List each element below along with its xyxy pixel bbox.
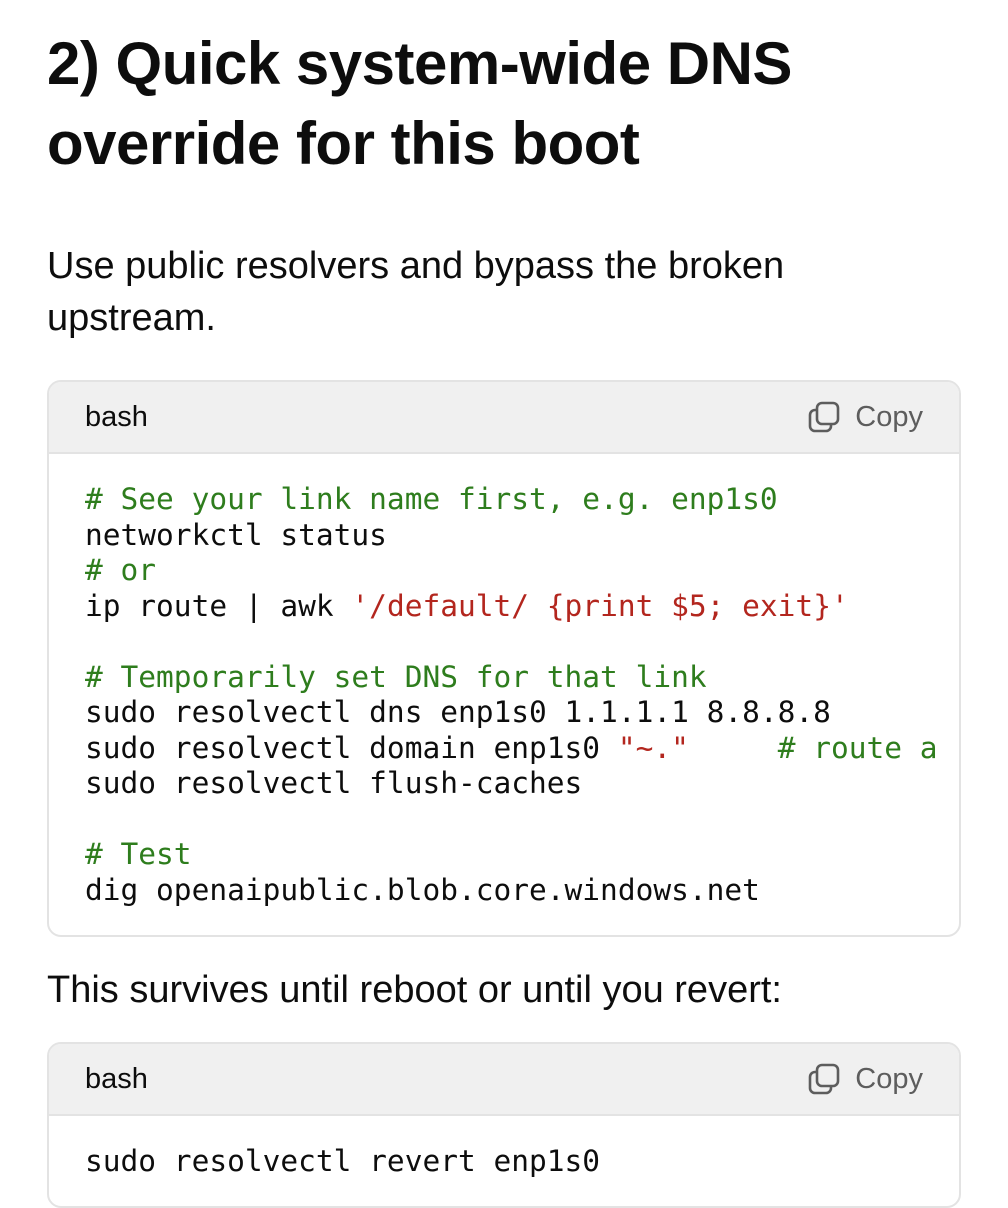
code-command: networkctl status	[85, 517, 387, 552]
code-comment: # Temporarily set DNS for that link	[85, 659, 707, 694]
code-line: sudo resolvectl flush-caches	[85, 766, 959, 802]
code-block-header: bash Copy	[49, 382, 959, 454]
code-line: # Test	[85, 837, 959, 873]
code-language-label: bash	[85, 400, 148, 433]
code-spacing	[689, 731, 778, 765]
code-block-header: bash Copy	[49, 1044, 959, 1116]
copy-code-button[interactable]: Copy	[807, 1062, 923, 1096]
intro-paragraph: Use public resolvers and bypass the brok…	[47, 245, 785, 339]
code-content[interactable]: sudo resolvectl revert enp1s0	[49, 1116, 959, 1180]
code-comment: # route a	[777, 730, 938, 765]
code-line: dig openaipublic.blob.core.windows.net	[85, 873, 959, 909]
code-block-resolvectl-setup: bash Copy # See your link name first, e.…	[47, 380, 961, 937]
code-line: # See your link name first, e.g. enp1s0	[85, 482, 959, 518]
code-string: '/default/ {print $5; exit}'	[351, 588, 849, 623]
section-heading: 2) Quick system-wide DNS override for th…	[47, 30, 792, 177]
code-string: "~."	[617, 730, 689, 765]
code-line: sudo resolvectl domain enp1s0 "~." # rou…	[85, 731, 959, 767]
chat-message-content: 2) Quick system-wide DNS override for th…	[47, 0, 961, 1208]
code-block-resolvectl-revert: bash Copy sudo resolvectl revert enp1s0	[47, 1042, 961, 1208]
copy-icon	[807, 1062, 841, 1096]
code-command: ip route | awk	[85, 588, 352, 623]
code-command: sudo resolvectl domain enp1s0	[85, 730, 618, 765]
code-line: # or	[85, 553, 959, 589]
code-comment: # Test	[85, 837, 192, 871]
code-line: # Temporarily set DNS for that link	[85, 660, 959, 696]
code-line: ip route | awk '/default/ {print $5; exi…	[85, 589, 959, 625]
code-language-label: bash	[85, 1062, 148, 1095]
code-line: sudo resolvectl revert enp1s0	[85, 1144, 959, 1180]
middle-paragraph: This survives until reboot or until you …	[47, 969, 782, 1011]
code-command: dig openaipublic.blob.core.windows.net	[85, 872, 760, 907]
code-line: sudo resolvectl dns enp1s0 1.1.1.1 8.8.8…	[85, 695, 959, 731]
copy-code-button[interactable]: Copy	[807, 400, 923, 434]
code-command: sudo resolvectl revert enp1s0	[85, 1144, 601, 1178]
copy-icon	[807, 400, 841, 434]
code-command: sudo resolvectl flush-caches	[85, 766, 583, 800]
code-command: sudo resolvectl dns enp1s0 1.1.1.1 8.8.8…	[85, 695, 831, 729]
code-line: networkctl status	[85, 518, 959, 554]
code-comment: # See your link name first, e.g. enp1s0	[85, 482, 778, 516]
copy-label: Copy	[855, 400, 923, 433]
copy-label: Copy	[855, 1062, 923, 1095]
code-content[interactable]: # See your link name first, e.g. enp1s0 n…	[49, 454, 959, 908]
code-comment: # or	[85, 553, 157, 587]
